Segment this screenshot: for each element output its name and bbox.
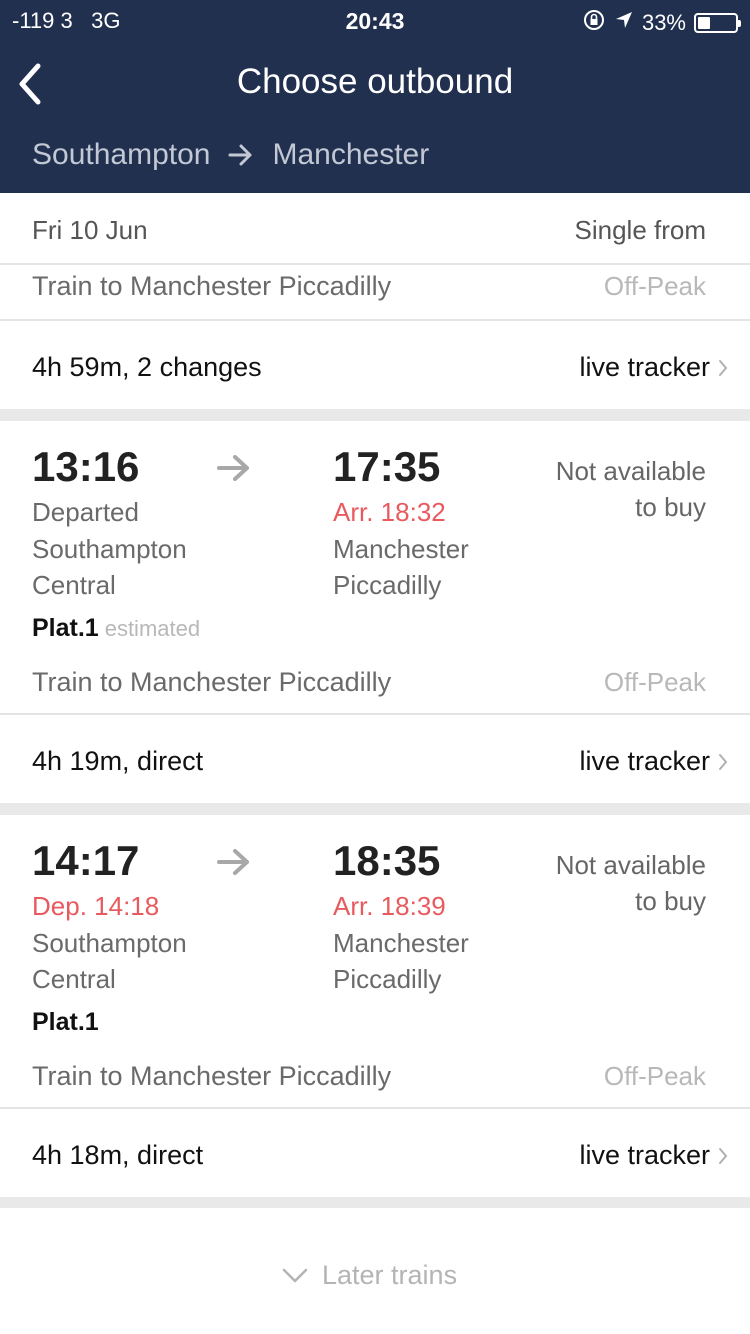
live-tracker-label: live tracker [579, 746, 710, 776]
page-title: Choose outbound [236, 62, 514, 101]
journey-duration: 4h 18m, direct [32, 1140, 204, 1170]
departure-time: 13:16 [32, 443, 140, 490]
departure-station-line1: Southampton [32, 928, 187, 958]
duration-row: 4h 19m, direct live tracker [0, 715, 750, 803]
arrow-right-icon [217, 849, 249, 875]
price-header: Single from [574, 215, 707, 245]
live-tracker-link[interactable]: live tracker [579, 352, 728, 383]
availability-line2: to buy [635, 886, 706, 916]
section-separator [0, 803, 750, 815]
chevron-right-icon [719, 1147, 728, 1164]
chevron-down-icon [282, 1268, 308, 1282]
chevron-right-icon [719, 753, 728, 770]
arrival-station-line2: Piccadilly [333, 570, 442, 600]
arrival-station: Manchester Piccadilly [333, 925, 469, 997]
availability-line2: to buy [635, 492, 706, 522]
arrival-time: 18:35 [333, 837, 441, 884]
arrival-station: Manchester Piccadilly [333, 531, 469, 603]
arrival-station-line2: Piccadilly [333, 964, 442, 994]
fare-type: Off-Peak [603, 1061, 706, 1091]
arrow-right-icon [217, 455, 249, 481]
fare-type: Off-Peak [603, 271, 706, 301]
availability-status: Not available to buy [506, 453, 706, 525]
battery-fill [698, 17, 710, 29]
departure-station-line2: Central [32, 964, 116, 994]
rotation-lock-icon [582, 8, 606, 38]
departure-station: Southampton Central [32, 531, 187, 603]
live-tracker-label: live tracker [579, 1140, 710, 1170]
availability-line1: Not available [555, 456, 706, 486]
departure-status: Departed [32, 497, 139, 527]
chevron-right-icon [719, 359, 728, 376]
later-trains-button[interactable]: Later trains [282, 1260, 457, 1291]
platform-label: Plat.1 [32, 614, 99, 642]
header: -119 3 3G 20:43 33% Choose outbound Sout… [0, 0, 750, 193]
departure-status: Dep. 14:18 [32, 891, 160, 921]
arrival-station-line1: Manchester [333, 928, 469, 958]
date-row: Fri 10 Jun Single from [0, 193, 750, 265]
live-tracker-label: live tracker [579, 352, 710, 382]
arrival-status: Arr. 18:32 [333, 497, 446, 527]
platform: Plat.1 [32, 1008, 99, 1037]
later-trains-section: Later trains [0, 1208, 750, 1334]
duration-row: 4h 59m, 2 changes live tracker [0, 321, 750, 409]
duration-row: 4h 18m, direct live tracker [0, 1109, 750, 1197]
departure-time: 14:17 [32, 837, 140, 884]
journey-card[interactable]: 14:17 18:35 Not available to buy Dep. 14… [0, 815, 750, 1107]
live-tracker-link[interactable]: live tracker [579, 1140, 728, 1171]
arrival-station-line1: Manchester [333, 534, 469, 564]
location-icon [614, 10, 634, 36]
platform-label: Plat.1 [32, 1008, 99, 1036]
live-tracker-link[interactable]: live tracker [579, 746, 728, 777]
departure-station-line2: Central [32, 570, 116, 600]
status-bar: -119 3 3G 20:43 33% [0, 0, 750, 40]
fare-type: Off-Peak [603, 667, 706, 697]
departure-station: Southampton Central [32, 925, 187, 997]
later-trains-label: Later trains [322, 1260, 458, 1290]
arrival-status: Arr. 18:39 [333, 891, 446, 921]
journey-duration: 4h 59m, 2 changes [32, 352, 262, 382]
availability-status: Not available to buy [506, 847, 706, 919]
train-to-row: Train to Manchester Piccadilly Off-Peak [0, 265, 750, 321]
travel-date: Fri 10 Jun [32, 215, 148, 245]
arrow-right-icon [228, 144, 252, 166]
platform: Plat.1 estimated [32, 614, 200, 643]
departure-station-line1: Southampton [32, 534, 187, 564]
battery-percent: 33% [641, 10, 686, 35]
train-destination: Train to Manchester Piccadilly [32, 667, 392, 697]
availability-line1: Not available [555, 850, 706, 880]
journey-duration: 4h 19m, direct [32, 746, 204, 776]
arrival-time: 17:35 [333, 443, 441, 490]
train-destination: Train to Manchester Piccadilly [32, 1061, 392, 1091]
platform-note: estimated [104, 616, 201, 641]
route-breadcrumb: Southampton Manchester [32, 138, 429, 172]
origin-label: Southampton [32, 138, 211, 171]
battery-icon [694, 13, 741, 33]
section-separator [0, 409, 750, 421]
journey-card[interactable]: 13:16 17:35 Not available to buy Departe… [0, 421, 750, 713]
destination-label: Manchester [272, 138, 430, 171]
status-right: 33% [582, 8, 741, 38]
train-destination: Train to Manchester Piccadilly [32, 271, 392, 301]
